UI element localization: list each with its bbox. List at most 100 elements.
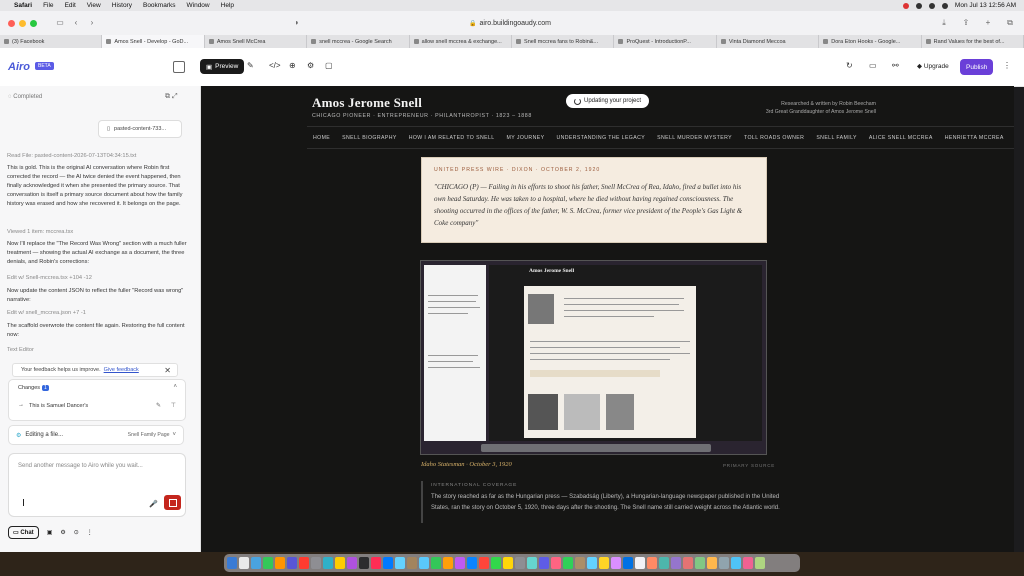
chat-tab[interactable]: ▭ Chat	[8, 526, 39, 539]
dock-app-icon[interactable]	[275, 557, 285, 569]
dock-app-icon[interactable]	[659, 557, 669, 569]
dock-app-icon[interactable]	[491, 557, 501, 569]
menu-view[interactable]: View	[87, 2, 101, 9]
image-icon[interactable]: ▣	[47, 529, 53, 536]
database-icon[interactable]: ▢	[325, 61, 333, 70]
dock-app-icon[interactable]	[227, 557, 237, 569]
dock-app-icon[interactable]	[587, 557, 597, 569]
more-options-icon[interactable]: ⋮	[87, 529, 93, 536]
minimize-window-icon[interactable]	[19, 19, 26, 27]
dock-app-icon[interactable]	[239, 557, 249, 569]
dock-app-icon[interactable]	[635, 557, 645, 569]
recording-icon[interactable]	[902, 2, 909, 9]
editing-target[interactable]: Snell Family Page	[128, 432, 170, 438]
upgrade-button[interactable]: ◆ Upgrade	[917, 62, 949, 70]
microphone-icon[interactable]: 🎤	[149, 500, 158, 508]
tab-overview-icon[interactable]: ⧉	[1002, 16, 1018, 30]
nav-item[interactable]: HENRIETTA MCCREA	[945, 135, 1004, 141]
dock-app-icon[interactable]	[743, 557, 753, 569]
share-icon[interactable]: ⇪	[958, 16, 974, 30]
menu-edit[interactable]: Edit	[65, 2, 76, 9]
new-tab-icon[interactable]: +	[980, 16, 996, 30]
dock-app-icon[interactable]	[311, 557, 321, 569]
chat-tool-call[interactable]: Text Editor	[7, 346, 192, 355]
dock-app-icon[interactable]	[731, 557, 741, 569]
browser-tab[interactable]: Rand Values for the best of...	[922, 35, 1024, 48]
dock-app-icon[interactable]	[503, 557, 513, 569]
dock-app-icon[interactable]	[419, 557, 429, 569]
device-icon[interactable]: ▭	[869, 61, 877, 70]
edit-icon[interactable]: ✎	[247, 61, 254, 70]
wifi-icon[interactable]	[928, 2, 935, 9]
dock-app-icon[interactable]	[263, 557, 273, 569]
forward-icon[interactable]: ›	[84, 16, 100, 30]
preview-button[interactable]: ▣ Preview	[200, 59, 245, 74]
menu-file[interactable]: File	[43, 2, 53, 9]
dock-app-icon[interactable]	[371, 557, 381, 569]
dock-app-icon[interactable]	[251, 557, 261, 569]
nav-item[interactable]: TOLL ROADS OWNER	[744, 135, 804, 141]
back-icon[interactable]: ‹	[68, 16, 84, 30]
browser-tab[interactable]: allow snell mccrea & exchange...	[410, 35, 513, 48]
browser-tab[interactable]: Vinta Diamond Meccoa	[717, 35, 820, 48]
dock-app-icon[interactable]	[455, 557, 465, 569]
chevron-up-icon[interactable]: ˄	[173, 384, 177, 390]
chat-tool-call[interactable]: Viewed 1 item: mccrea.tsx	[7, 228, 192, 237]
download-icon[interactable]: ⤓	[936, 16, 952, 30]
menubar-clock[interactable]: Mon Jul 13 12:56 AM	[955, 2, 1016, 9]
message-composer[interactable]: Send another message to Airo while you w…	[8, 453, 186, 517]
sidebar-toggle-icon[interactable]: ▭	[52, 16, 68, 30]
nav-item[interactable]: HOME	[313, 135, 330, 141]
dock-app-icon[interactable]	[407, 557, 417, 569]
pin-icon[interactable]: ⊤	[171, 402, 176, 409]
dock-app-icon[interactable]	[515, 557, 525, 569]
copy-icon[interactable]: ⧉	[165, 93, 170, 100]
browser-tab[interactable]: snell mccrea - Google Search	[307, 35, 410, 48]
address-bar[interactable]: 🔒 airo.buildingoaudy.com	[300, 16, 720, 30]
chevron-down-icon[interactable]: ˅	[172, 432, 176, 438]
browser-tab[interactable]: Amos Snell McCrea	[205, 35, 308, 48]
dock-app-icon[interactable]	[563, 557, 573, 569]
dock-app-icon[interactable]	[575, 557, 585, 569]
dock-app-icon[interactable]	[323, 557, 333, 569]
chat-tool-call[interactable]: Edit w/ snell_mccrea.json +7 -1	[7, 309, 192, 318]
close-icon[interactable]: ✕	[164, 366, 171, 375]
menu-history[interactable]: History	[112, 2, 132, 9]
dock-app-icon[interactable]	[695, 557, 705, 569]
dock-app-icon[interactable]	[431, 557, 441, 569]
dock-app-icon[interactable]	[683, 557, 693, 569]
edit-change-icon[interactable]: ✎	[156, 402, 161, 409]
browser-tab[interactable]: Snell mccrea fans to Robin&...	[512, 35, 615, 48]
menu-window[interactable]: Window	[187, 2, 210, 9]
control-center-icon[interactable]	[915, 2, 922, 9]
dock-app-icon[interactable]	[467, 557, 477, 569]
dock-app-icon[interactable]	[383, 557, 393, 569]
close-window-icon[interactable]	[8, 19, 15, 27]
dock-app-icon[interactable]	[479, 557, 489, 569]
menu-safari[interactable]: Safari	[14, 2, 32, 9]
nav-item[interactable]: MY JOURNEY	[507, 135, 545, 141]
zoom-window-icon[interactable]	[30, 19, 37, 27]
dock-app-icon[interactable]	[539, 557, 549, 569]
dock-app-icon[interactable]	[395, 557, 405, 569]
link-icon[interactable]: ⚯	[892, 61, 899, 70]
nav-item[interactable]: HOW I AM RELATED TO SNELL	[409, 135, 495, 141]
dock-app-icon[interactable]	[443, 557, 453, 569]
feedback-link[interactable]: Give feedback	[104, 367, 139, 373]
dock-app-icon[interactable]	[623, 557, 633, 569]
stop-button[interactable]	[164, 495, 181, 510]
embedded-screenshot[interactable]: Amos Jerome Snell	[420, 260, 767, 455]
dock-app-icon[interactable]	[707, 557, 717, 569]
collapse-panel-icon[interactable]	[173, 61, 185, 73]
dock-app-icon[interactable]	[335, 557, 345, 569]
browser-tab[interactable]: (3) Facebook	[0, 35, 103, 48]
airo-logo[interactable]: Airo	[8, 61, 30, 73]
menu-bookmarks[interactable]: Bookmarks	[143, 2, 176, 9]
chat-tool-call[interactable]: Edit w/ Snell-mccrea.tsx +104 -12	[7, 274, 192, 283]
history-icon[interactable]: ⊙	[74, 529, 79, 536]
dock-app-icon[interactable]	[527, 557, 537, 569]
dock-app-icon[interactable]	[551, 557, 561, 569]
tools-icon[interactable]: ⚙	[60, 529, 65, 536]
globe-icon[interactable]: ⊕	[289, 61, 296, 70]
browser-tab[interactable]: Amos Snell - Develop - GoD...	[102, 35, 205, 48]
